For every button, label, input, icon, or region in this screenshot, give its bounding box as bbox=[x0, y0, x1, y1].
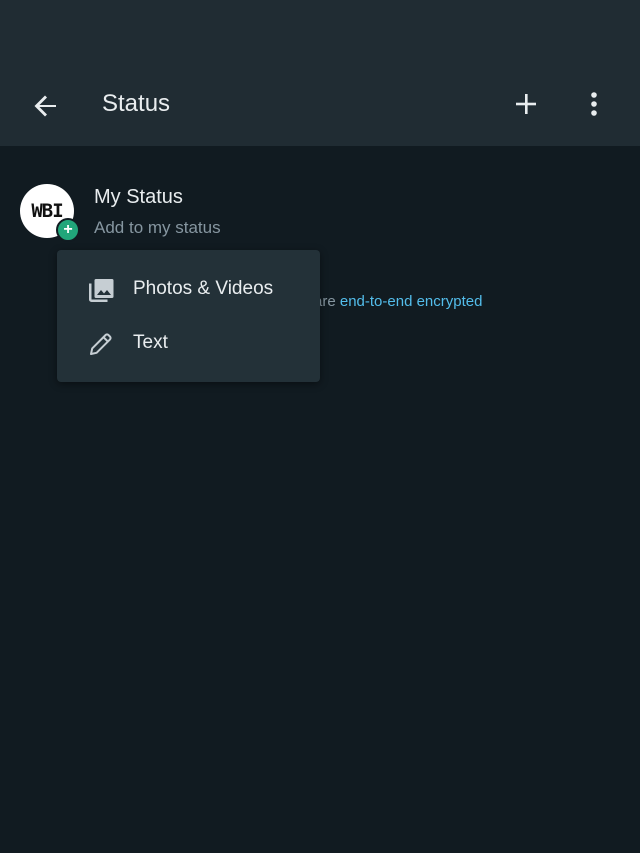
my-status-name: My Status bbox=[94, 186, 183, 208]
menu-item-photos-videos[interactable]: Photos & Videos bbox=[57, 262, 320, 316]
menu-item-text[interactable]: Text bbox=[57, 316, 320, 370]
add-badge-icon: + bbox=[56, 218, 80, 242]
plus-icon bbox=[516, 94, 536, 114]
pencil-icon bbox=[90, 333, 112, 355]
more-options-button[interactable] bbox=[580, 88, 608, 120]
arrow-left-icon bbox=[34, 95, 56, 117]
menu-item-label: Photos & Videos bbox=[133, 278, 274, 299]
back-button[interactable] bbox=[28, 88, 64, 124]
add-status-menu: Photos & Videos Text bbox=[57, 250, 320, 382]
photo-library-icon bbox=[89, 279, 114, 302]
menu-item-label: Text bbox=[133, 332, 168, 353]
page-title: Status bbox=[102, 90, 171, 117]
encryption-link[interactable]: end-to-end encrypted bbox=[340, 293, 483, 310]
add-status-button[interactable] bbox=[510, 88, 542, 120]
header-bar: Status bbox=[0, 0, 640, 146]
more-vertical-icon bbox=[591, 92, 597, 116]
my-status-row[interactable]: WBI + My Status Add to my status bbox=[0, 170, 640, 250]
my-status-subtitle: Add to my status bbox=[94, 218, 221, 237]
encryption-note: are end-to-end encrypted bbox=[314, 293, 482, 310]
avatar-logo-text: WBI bbox=[31, 200, 63, 222]
